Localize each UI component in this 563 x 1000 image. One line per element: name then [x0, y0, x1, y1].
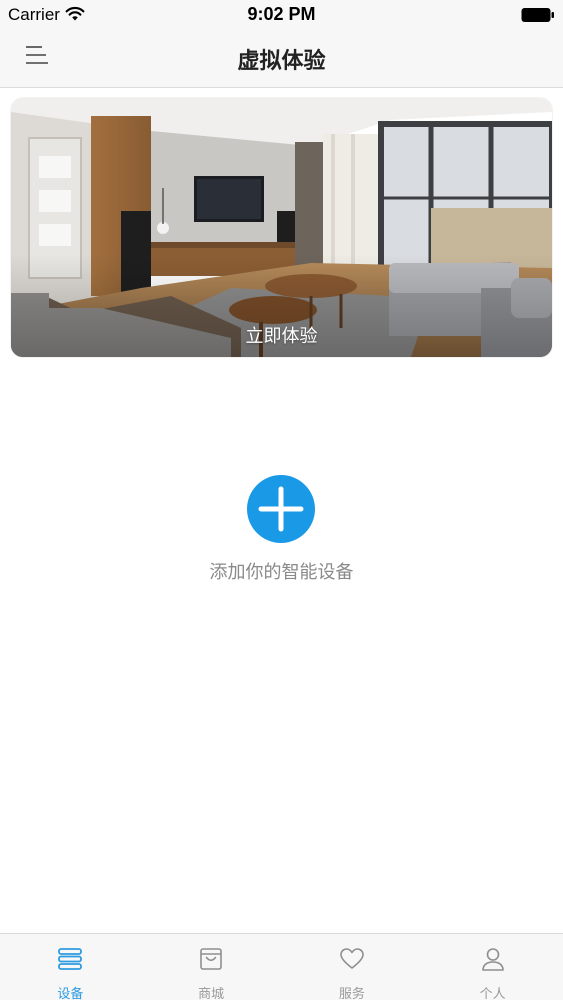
shop-bag-icon: [200, 948, 222, 970]
try-now-label: 立即体验: [245, 326, 318, 347]
tab-label: 服务: [338, 987, 365, 1000]
heart-icon: [340, 948, 364, 969]
tab-devices[interactable]: 设备: [0, 934, 141, 1000]
person-icon: [481, 948, 504, 971]
status-time: 9:02 PM: [247, 4, 316, 24]
battery-icon: [521, 8, 554, 22]
app-screen: Carrier 9:02 PM 虚拟体验 立即体验 添加你的智能设备 设备 商城…: [0, 0, 563, 1000]
virtual-experience-banner[interactable]: 立即体验: [11, 98, 552, 357]
tab-profile[interactable]: 个人: [422, 934, 563, 1000]
page-title: 虚拟体验: [237, 49, 326, 74]
add-device-label: 添加你的智能设备: [209, 562, 354, 583]
tab-label: 个人: [479, 987, 506, 1000]
menu-button[interactable]: [20, 42, 56, 72]
tab-bar: 设备 商城 服务 个人: [0, 933, 563, 1000]
plus-icon: [258, 486, 304, 532]
living-room-photo: [11, 98, 552, 357]
devices-list-icon: [58, 948, 83, 970]
navigation-bar: 虚拟体验: [0, 30, 563, 88]
add-device-button[interactable]: [247, 475, 315, 543]
tab-shop[interactable]: 商城: [141, 934, 282, 1000]
tab-label: 商城: [198, 987, 225, 1000]
tab-service[interactable]: 服务: [282, 934, 423, 1000]
tab-label: 设备: [57, 987, 84, 1000]
menu-icon: [26, 46, 48, 64]
status-bar: Carrier 9:02 PM: [0, 0, 563, 30]
